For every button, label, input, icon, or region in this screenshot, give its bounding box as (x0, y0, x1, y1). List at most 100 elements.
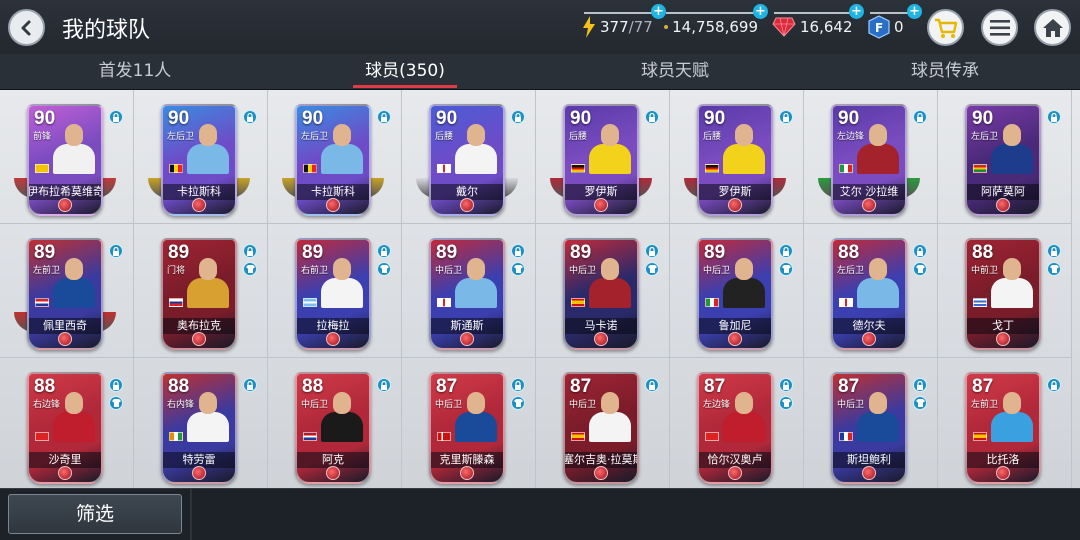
energy-display[interactable]: 377/77 + (582, 4, 666, 42)
player-card-cell[interactable]: 87 中后卫 塞尔吉奥·拉莫斯 (536, 358, 670, 488)
player-card[interactable]: 88 中后卫 阿克 (295, 372, 371, 484)
player-position: 中后卫 (435, 400, 463, 410)
player-card[interactable]: 88 左后卫 德尔夫 (831, 238, 907, 350)
store-button[interactable] (927, 9, 964, 46)
nation-flag-icon (437, 432, 451, 441)
kit-icon (913, 396, 927, 410)
player-portrait (51, 120, 97, 174)
player-card[interactable]: 90 后腰 罗伊斯 (697, 104, 773, 216)
nation-flag-icon (437, 298, 451, 307)
back-button[interactable] (8, 9, 45, 46)
player-rating: 90 (168, 108, 190, 129)
card-chip-icon (192, 198, 206, 212)
player-card-cell[interactable]: 88 中后卫 阿克 (268, 358, 402, 488)
card-chip-icon (728, 466, 742, 480)
lock-icon (377, 378, 391, 392)
player-card[interactable]: 89 门将 奥布拉克 (161, 238, 237, 350)
lock-icon (377, 110, 391, 124)
player-card-cell[interactable]: 87 中后卫 斯坦鲍利 (804, 358, 938, 488)
player-card-cell[interactable]: 87 左边锋 恰尔汉奥卢 (670, 358, 804, 488)
player-card[interactable]: 90 左后卫 卡拉斯科 (161, 104, 237, 216)
gems-display[interactable]: 16,642 + (772, 4, 864, 42)
player-card[interactable]: 87 中后卫 斯坦鲍利 (831, 372, 907, 484)
tab-starting-eleven[interactable]: 首发11人 (25, 54, 245, 90)
player-card[interactable]: 88 右边锋 沙奇里 (27, 372, 103, 484)
player-card[interactable]: 89 右前卫 拉梅拉 (295, 238, 371, 350)
svg-text:F: F (875, 21, 883, 35)
filter-button[interactable]: 筛选 (8, 494, 182, 534)
player-position: 左后卫 (301, 132, 329, 142)
player-card-cell[interactable]: 90 前锋 伊布拉希莫维奇 (0, 90, 134, 224)
player-rating: 87 (972, 376, 994, 397)
player-card-cell[interactable]: 89 中后卫 斯通斯 (402, 224, 536, 358)
home-button[interactable] (1034, 9, 1071, 46)
add-gems-button[interactable]: + (849, 4, 864, 19)
player-card-cell[interactable]: 88 右边锋 沙奇里 (0, 358, 134, 488)
card-chip-icon (58, 198, 72, 212)
card-chip-icon (996, 332, 1010, 346)
player-card-cell[interactable]: 90 后腰 罗伊斯 (536, 90, 670, 224)
tab-bar: 首发11人 球员(350) 球员天赋 球员传承 (0, 54, 1080, 90)
player-card-cell[interactable]: 89 左前卫 佩里西奇 (0, 224, 134, 358)
player-card[interactable]: 87 左前卫 比托洛 (965, 372, 1041, 484)
player-card-cell[interactable]: 89 门将 奥布拉克 (134, 224, 268, 358)
tab-players[interactable]: 球员(350) (295, 54, 515, 90)
energy-value: 377/77 (600, 18, 653, 36)
player-card[interactable]: 87 中后卫 塞尔吉奥·拉莫斯 (563, 372, 639, 484)
nation-flag-icon (35, 298, 49, 307)
player-card-cell[interactable]: 90 左后卫 阿萨莫阿 (938, 90, 1072, 224)
player-card[interactable]: 90 左后卫 卡拉斯科 (295, 104, 371, 216)
lock-icon (913, 244, 927, 258)
player-card[interactable]: 90 后腰 戴尔 (429, 104, 505, 216)
player-card[interactable]: 90 后腰 罗伊斯 (563, 104, 639, 216)
player-card-cell[interactable]: 87 左前卫 比托洛 (938, 358, 1072, 488)
player-card-cell[interactable]: 89 中后卫 马卡诺 (536, 224, 670, 358)
add-coins-button[interactable]: + (753, 4, 768, 19)
player-card[interactable]: 87 左边锋 恰尔汉奥卢 (697, 372, 773, 484)
player-card[interactable]: 90 前锋 伊布拉希莫维奇 (27, 104, 103, 216)
lock-icon (377, 244, 391, 258)
player-card-cell[interactable]: 88 右内锋 特劳雷 (134, 358, 268, 488)
player-card-cell[interactable]: 90 左边锋 艾尔 沙拉维 (804, 90, 938, 224)
top-bar: 我的球队 377/77 + 14,758,699 + 16,642 + F 0 (0, 0, 1080, 54)
player-rating: 88 (168, 376, 190, 397)
card-chip-icon (326, 466, 340, 480)
nation-flag-icon (839, 298, 853, 307)
player-card-cell[interactable]: 90 后腰 戴尔 (402, 90, 536, 224)
fifa-points-display[interactable]: F 0 + (868, 4, 922, 42)
coins-display[interactable]: 14,758,699 + (664, 4, 768, 42)
lock-icon (243, 110, 257, 124)
player-card[interactable]: 87 中后卫 克里斯滕森 (429, 372, 505, 484)
lock-icon (511, 110, 525, 124)
player-position: 中后卫 (703, 266, 731, 276)
add-fifa-points-button[interactable]: + (907, 4, 922, 19)
player-card[interactable]: 89 中后卫 马卡诺 (563, 238, 639, 350)
player-card-cell[interactable]: 89 右前卫 拉梅拉 (268, 224, 402, 358)
player-card-cell[interactable]: 90 后腰 罗伊斯 (670, 90, 804, 224)
card-chip-icon (460, 332, 474, 346)
player-card[interactable]: 89 中后卫 斯通斯 (429, 238, 505, 350)
player-card[interactable]: 89 左前卫 佩里西奇 (27, 238, 103, 350)
player-card[interactable]: 89 中后卫 鲁加尼 (697, 238, 773, 350)
player-grid: 90 前锋 伊布拉希莫维奇 90 左后卫 卡拉斯科 90 左后卫 卡拉斯科 90 后腰 戴尔 90 后腰罗… (0, 90, 1080, 488)
tab-player-legacy[interactable]: 球员传承 (835, 54, 1055, 90)
player-position: 后腰 (569, 132, 588, 142)
player-portrait (587, 120, 633, 174)
player-card[interactable]: 88 中前卫 戈丁 (965, 238, 1041, 350)
player-card-cell[interactable]: 88 中前卫 戈丁 (938, 224, 1072, 358)
nation-flag-icon (169, 432, 183, 441)
menu-button[interactable] (981, 9, 1018, 46)
player-card-cell[interactable]: 89 中后卫 鲁加尼 (670, 224, 804, 358)
player-card-cell[interactable]: 88 左后卫 德尔夫 (804, 224, 938, 358)
player-card-cell[interactable]: 90 左后卫 卡拉斯科 (134, 90, 268, 224)
player-card-cell[interactable]: 90 左后卫 卡拉斯科 (268, 90, 402, 224)
tab-player-talents[interactable]: 球员天赋 (565, 54, 785, 90)
player-card[interactable]: 90 左边锋 艾尔 沙拉维 (831, 104, 907, 216)
player-card[interactable]: 90 左后卫 阿萨莫阿 (965, 104, 1041, 216)
player-position: 左前卫 (971, 400, 999, 410)
player-rating: 88 (34, 376, 56, 397)
player-card[interactable]: 88 右内锋 特劳雷 (161, 372, 237, 484)
nation-flag-icon (303, 432, 317, 441)
player-card-cell[interactable]: 87 中后卫 克里斯滕森 (402, 358, 536, 488)
card-chip-icon (728, 198, 742, 212)
